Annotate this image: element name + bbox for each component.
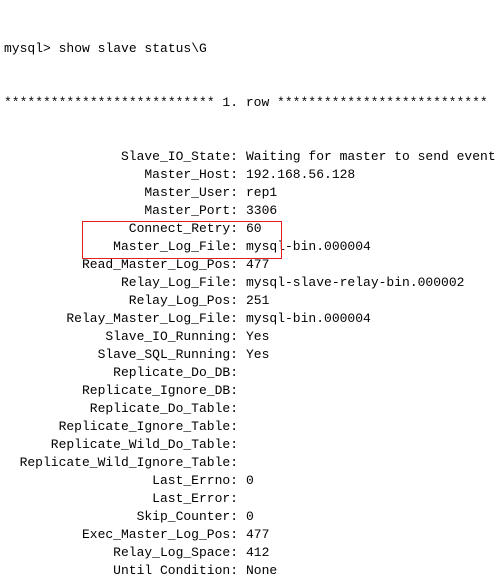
status-value bbox=[238, 382, 246, 400]
status-row: Until_Condition:None bbox=[4, 562, 500, 574]
prompt-line: mysql> show slave status\G bbox=[4, 40, 500, 58]
status-row: Replicate_Wild_Ignore_Table: bbox=[4, 454, 500, 472]
status-row: Slave_SQL_Running:Yes bbox=[4, 346, 500, 364]
status-row: Connect_Retry:60 bbox=[4, 220, 500, 238]
status-row: Replicate_Ignore_Table: bbox=[4, 418, 500, 436]
status-row: Skip_Counter:0 bbox=[4, 508, 500, 526]
status-row: Master_Log_File:mysql-bin.000004 bbox=[4, 238, 500, 256]
status-label: Connect_Retry: bbox=[4, 220, 238, 238]
status-label: Replicate_Wild_Ignore_Table: bbox=[4, 454, 238, 472]
status-row: Master_User:rep1 bbox=[4, 184, 500, 202]
status-label: Master_Port: bbox=[4, 202, 238, 220]
status-value: 412 bbox=[238, 544, 269, 562]
status-row: Slave_IO_Running:Yes bbox=[4, 328, 500, 346]
status-value: None bbox=[238, 562, 277, 574]
status-value bbox=[238, 436, 246, 454]
status-label: Relay_Log_File: bbox=[4, 274, 238, 292]
status-label: Replicate_Wild_Do_Table: bbox=[4, 436, 238, 454]
status-row: Read_Master_Log_Pos:477 bbox=[4, 256, 500, 274]
status-row: Exec_Master_Log_Pos:477 bbox=[4, 526, 500, 544]
status-value bbox=[238, 418, 246, 436]
status-label: Slave_SQL_Running: bbox=[4, 346, 238, 364]
status-value bbox=[238, 490, 246, 508]
status-value: Yes bbox=[238, 346, 269, 364]
status-value: 60 bbox=[238, 220, 262, 238]
status-value: mysql-slave-relay-bin.000002 bbox=[238, 274, 464, 292]
status-value bbox=[238, 364, 246, 382]
status-label: Replicate_Do_DB: bbox=[4, 364, 238, 382]
status-value: 0 bbox=[238, 472, 254, 490]
status-value: mysql-bin.000004 bbox=[238, 238, 371, 256]
row-header: *************************** 1. row *****… bbox=[4, 94, 500, 112]
status-label: Last_Errno: bbox=[4, 472, 238, 490]
status-label: Exec_Master_Log_Pos: bbox=[4, 526, 238, 544]
status-label: Master_Host: bbox=[4, 166, 238, 184]
status-label: Slave_IO_State: bbox=[4, 148, 238, 166]
status-row: Replicate_Do_DB: bbox=[4, 364, 500, 382]
status-row: Master_Port:3306 bbox=[4, 202, 500, 220]
status-row: Replicate_Do_Table: bbox=[4, 400, 500, 418]
status-row: Relay_Log_Pos:251 bbox=[4, 292, 500, 310]
status-row: Replicate_Ignore_DB: bbox=[4, 382, 500, 400]
status-row: Last_Error: bbox=[4, 490, 500, 508]
status-label: Replicate_Ignore_DB: bbox=[4, 382, 238, 400]
status-row: Replicate_Wild_Do_Table: bbox=[4, 436, 500, 454]
status-value: mysql-bin.000004 bbox=[238, 310, 371, 328]
status-label: Replicate_Ignore_Table: bbox=[4, 418, 238, 436]
status-fields: Slave_IO_State:Waiting for master to sen… bbox=[4, 148, 500, 574]
status-row: Slave_IO_State:Waiting for master to sen… bbox=[4, 148, 500, 166]
status-label: Slave_IO_Running: bbox=[4, 328, 238, 346]
status-value: 3306 bbox=[238, 202, 277, 220]
status-row: Last_Errno:0 bbox=[4, 472, 500, 490]
status-value: 192.168.56.128 bbox=[238, 166, 355, 184]
status-value: Waiting for master to send event bbox=[238, 148, 496, 166]
status-row: Relay_Log_File:mysql-slave-relay-bin.000… bbox=[4, 274, 500, 292]
status-value bbox=[238, 400, 246, 418]
status-label: Relay_Master_Log_File: bbox=[4, 310, 238, 328]
status-value: 477 bbox=[238, 526, 269, 544]
status-label: Read_Master_Log_Pos: bbox=[4, 256, 238, 274]
status-value: 477 bbox=[238, 256, 269, 274]
status-row: Master_Host:192.168.56.128 bbox=[4, 166, 500, 184]
status-label: Relay_Log_Pos: bbox=[4, 292, 238, 310]
status-row: Relay_Log_Space:412 bbox=[4, 544, 500, 562]
status-label: Master_Log_File: bbox=[4, 238, 238, 256]
status-value: 251 bbox=[238, 292, 269, 310]
status-value: rep1 bbox=[238, 184, 277, 202]
status-value bbox=[238, 454, 246, 472]
status-label: Master_User: bbox=[4, 184, 238, 202]
status-value: 0 bbox=[238, 508, 254, 526]
status-label: Last_Error: bbox=[4, 490, 238, 508]
status-label: Skip_Counter: bbox=[4, 508, 238, 526]
status-row: Relay_Master_Log_File:mysql-bin.000004 bbox=[4, 310, 500, 328]
terminal-output: mysql> show slave status\G *************… bbox=[0, 0, 500, 574]
status-label: Until_Condition: bbox=[4, 562, 238, 574]
status-label: Replicate_Do_Table: bbox=[4, 400, 238, 418]
status-label: Relay_Log_Space: bbox=[4, 544, 238, 562]
status-value: Yes bbox=[238, 328, 269, 346]
